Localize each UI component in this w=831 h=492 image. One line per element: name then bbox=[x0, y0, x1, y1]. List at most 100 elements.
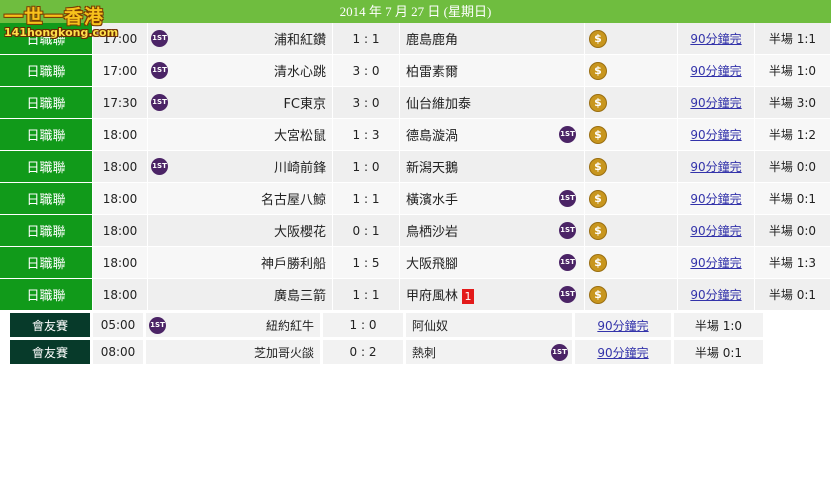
match-row: 日職聯 17:00 1ST 浦和紅鑽 1 : 1 鹿島鹿角 $90分鐘完 半場 1:1 bbox=[0, 23, 831, 55]
odds-coin-icon[interactable]: $ bbox=[589, 253, 607, 272]
league-cell: 日職聯 bbox=[0, 54, 93, 87]
link-cell: 90分鐘完 bbox=[677, 54, 755, 87]
away-team: 1ST 鳥栖沙岩 bbox=[399, 214, 585, 247]
time-cell: 18:00 bbox=[92, 182, 148, 215]
league-cell: 日職聯 bbox=[0, 246, 93, 279]
full-time-link[interactable]: 90分鐘完 bbox=[690, 288, 741, 302]
first-half-icon: 1ST bbox=[551, 344, 568, 361]
full-time-link[interactable]: 90分鐘完 bbox=[690, 96, 741, 110]
halftime-cell: 半場 0:1 bbox=[754, 182, 831, 215]
league-cell: 會友賽 bbox=[10, 338, 93, 367]
time-cell: 17:00 bbox=[92, 54, 148, 87]
full-time-link[interactable]: 90分鐘完 bbox=[690, 256, 741, 270]
link-cell: 90分鐘完 bbox=[573, 313, 674, 340]
home-team-name: 芝加哥火燄 bbox=[253, 345, 314, 360]
halftime-cell: 半場 0:0 bbox=[754, 214, 831, 247]
home-team: 1ST 清水心跳 bbox=[147, 54, 333, 87]
away-team: 阿仙奴 bbox=[404, 313, 575, 340]
full-time-link[interactable]: 90分鐘完 bbox=[690, 192, 741, 206]
time-cell: 18:00 bbox=[92, 118, 148, 151]
home-team: 廣島三箭 bbox=[147, 278, 333, 311]
home-team-name: 神戶勝利船 bbox=[260, 257, 326, 272]
link-cell: 90分鐘完 bbox=[677, 150, 755, 183]
match-row: 會友賽 05:00 1ST 紐約紅牛 1 : 0 阿仙奴 90分鐘完 半場 1:0 bbox=[10, 313, 766, 340]
away-team: 仙台維加泰 bbox=[399, 86, 585, 119]
away-team: 鹿島鹿角 bbox=[399, 23, 585, 55]
away-team: 1ST 德島漩渦 bbox=[399, 118, 585, 151]
home-team-name: 大阪櫻花 bbox=[273, 225, 326, 240]
league-cell: 日職聯 bbox=[0, 182, 93, 215]
odds-coin-icon[interactable]: $ bbox=[589, 157, 607, 176]
link-cell: 90分鐘完 bbox=[573, 338, 674, 367]
league-cell: 會友賽 bbox=[10, 313, 93, 340]
link-cell: 90分鐘完 bbox=[677, 246, 755, 279]
odds-cell: $ bbox=[584, 150, 678, 183]
league-cell: 日職聯 bbox=[0, 278, 93, 311]
home-team: 芝加哥火燄 bbox=[144, 338, 323, 367]
home-team: 1ST 紐約紅牛 bbox=[144, 313, 323, 340]
time-cell: 17:30 bbox=[92, 86, 148, 119]
halftime-cell: 半場 0:1 bbox=[672, 338, 766, 367]
odds-coin-icon[interactable]: $ bbox=[589, 221, 607, 240]
score-cell: 0 : 1 bbox=[332, 214, 400, 247]
away-team-name: 仙台維加泰 bbox=[406, 97, 472, 112]
friendly-table: 會友賽 05:00 1ST 紐約紅牛 1 : 0 阿仙奴 90分鐘完 半場 1:0 會友賽 08:… bbox=[10, 313, 766, 367]
home-team: 名古屋八鯨 bbox=[147, 182, 333, 215]
home-team: 大宮松鼠 bbox=[147, 118, 333, 151]
away-team-name: 新潟天鵝 bbox=[406, 161, 459, 176]
odds-cell: $ bbox=[584, 23, 678, 55]
full-time-link[interactable]: 90分鐘完 bbox=[597, 346, 648, 360]
full-time-link[interactable]: 90分鐘完 bbox=[690, 224, 741, 238]
halftime-cell: 半場 0:1 bbox=[754, 278, 831, 311]
league-cell: 日職聯 bbox=[0, 214, 93, 247]
first-half-icon: 1ST bbox=[151, 94, 168, 111]
first-half-icon: 1ST bbox=[151, 158, 168, 175]
home-team-name: FC東京 bbox=[283, 97, 326, 112]
time-cell: 18:00 bbox=[92, 246, 148, 279]
odds-coin-icon[interactable]: $ bbox=[589, 189, 607, 208]
halftime-cell: 半場 1:3 bbox=[754, 246, 831, 279]
home-team-name: 大宮松鼠 bbox=[273, 129, 326, 144]
odds-cell: $ bbox=[584, 214, 678, 247]
odds-coin-icon[interactable]: $ bbox=[589, 93, 607, 112]
link-cell: 90分鐘完 bbox=[677, 23, 755, 55]
full-time-link[interactable]: 90分鐘完 bbox=[690, 64, 741, 78]
odds-cell: $ bbox=[584, 246, 678, 279]
first-half-icon: 1ST bbox=[151, 30, 168, 47]
first-half-icon: 1ST bbox=[559, 126, 576, 143]
full-time-link[interactable]: 90分鐘完 bbox=[690, 128, 741, 142]
home-team: 大阪櫻花 bbox=[147, 214, 333, 247]
score-cell: 1 : 1 bbox=[332, 278, 400, 311]
score-cell: 1 : 1 bbox=[332, 182, 400, 215]
away-team: 1ST 熱刺 bbox=[404, 338, 575, 367]
odds-cell: $ bbox=[584, 278, 678, 311]
away-team: 柏雷素爾 bbox=[399, 54, 585, 87]
odds-coin-icon[interactable]: $ bbox=[589, 61, 607, 80]
site-logo[interactable]: 一世一香港 141hongkong.com bbox=[0, 0, 124, 44]
away-team-name: 鹿島鹿角 bbox=[406, 33, 459, 48]
full-time-link[interactable]: 90分鐘完 bbox=[597, 319, 648, 333]
odds-coin-icon[interactable]: $ bbox=[589, 125, 607, 144]
full-time-link[interactable]: 90分鐘完 bbox=[690, 160, 741, 174]
league-cell: 日職聯 bbox=[0, 86, 93, 119]
odds-coin-icon[interactable]: $ bbox=[589, 285, 607, 304]
odds-coin-icon[interactable]: $ bbox=[589, 29, 607, 48]
time-cell: 05:00 bbox=[91, 313, 146, 340]
match-row: 日職聯 18:00 大宮松鼠 1 : 3 1ST 德島漩渦 $90分鐘完 半場 1:2 bbox=[0, 118, 831, 151]
link-cell: 90分鐘完 bbox=[677, 182, 755, 215]
time-cell: 08:00 bbox=[91, 338, 146, 367]
full-time-link[interactable]: 90分鐘完 bbox=[690, 32, 741, 46]
halftime-cell: 半場 0:0 bbox=[754, 150, 831, 183]
first-half-icon: 1ST bbox=[559, 222, 576, 239]
away-team: 1ST 甲府風林 1 bbox=[399, 278, 585, 311]
time-cell: 18:00 bbox=[92, 278, 148, 311]
score-cell: 1 : 3 bbox=[332, 118, 400, 151]
first-half-icon: 1ST bbox=[559, 286, 576, 303]
odds-cell: $ bbox=[584, 86, 678, 119]
score-cell: 0 : 2 bbox=[321, 338, 406, 367]
match-row: 日職聯 18:00 名古屋八鯨 1 : 1 1ST 橫濱水手 $90分鐘完 半場 0:1 bbox=[0, 182, 831, 215]
league-cell: 日職聯 bbox=[0, 118, 93, 151]
match-row: 日職聯 18:00 神戶勝利船 1 : 5 1ST 大阪飛腳 $90分鐘完 半場 1:3 bbox=[0, 246, 831, 279]
away-team: 1ST 大阪飛腳 bbox=[399, 246, 585, 279]
league-cell: 日職聯 bbox=[0, 150, 93, 183]
